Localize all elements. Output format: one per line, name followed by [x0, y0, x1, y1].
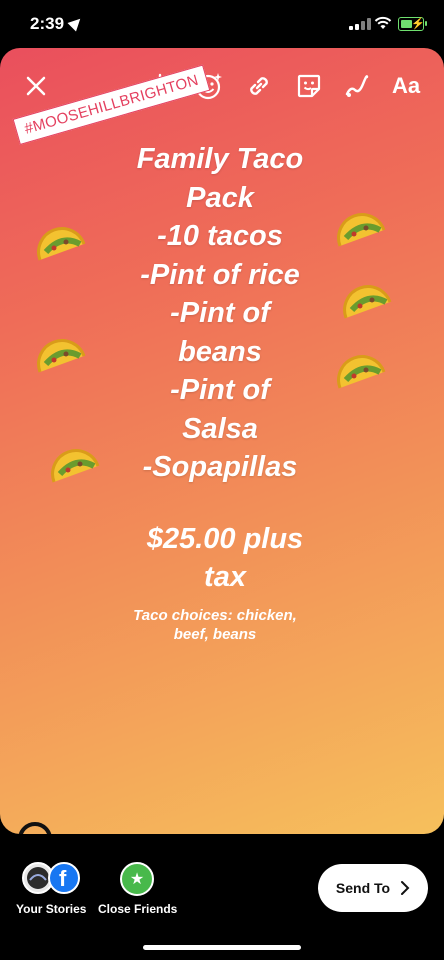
taco-emoji-icon[interactable]	[36, 334, 88, 378]
location-arrow-icon	[67, 14, 85, 32]
status-bar: 2:39 ⚡	[0, 0, 444, 48]
chevron-right-icon	[401, 881, 410, 895]
taco-emoji-icon[interactable]	[342, 280, 394, 324]
price-line: $25.00 plus	[146, 523, 304, 555]
taco-emoji-icon[interactable]	[36, 222, 88, 266]
close-friends-label[interactable]: Close Friends	[98, 902, 177, 916]
choices-line: beef, beans	[173, 626, 257, 643]
title-line: -10 tacos	[157, 220, 283, 252]
title-line: -Pint of	[170, 297, 270, 329]
wifi-icon	[374, 16, 392, 29]
status-time: 2:39	[30, 14, 65, 33]
close-icon[interactable]	[16, 66, 56, 106]
price-text[interactable]: $25.00 plus tax	[110, 520, 340, 596]
sticker-icon[interactable]	[289, 66, 329, 106]
title-line: -Sopapillas	[142, 451, 298, 483]
taco-emoji-icon[interactable]	[50, 444, 102, 488]
taco-emoji-icon[interactable]	[336, 350, 388, 394]
title-line: -Pint of	[170, 374, 270, 406]
your-stories-button[interactable]: f	[22, 862, 80, 894]
taco-choices-text[interactable]: Taco choices: chicken, beef, beans	[110, 606, 320, 644]
choices-line: Taco choices: chicken,	[133, 607, 297, 624]
your-stories-label[interactable]: Your Stories	[16, 902, 86, 916]
story-title-text[interactable]: Family Taco Pack -10 tacos -Pint of rice…	[100, 140, 340, 487]
title-line: beans	[178, 335, 262, 368]
price-line: tax	[204, 561, 246, 593]
home-indicator[interactable]	[143, 945, 301, 950]
title-line: -Pint of rice	[140, 258, 300, 291]
title-line: Salsa	[182, 412, 258, 445]
title-line: Family Taco	[136, 143, 304, 175]
story-canvas[interactable]: Aa #MOOSEHILLBRIGHTON Family Taco Pack -…	[0, 48, 444, 834]
battery-icon: ⚡	[398, 17, 427, 31]
close-friends-star-icon[interactable]: ★	[120, 862, 154, 896]
send-to-label: Send To	[335, 880, 391, 896]
facebook-icon: f	[48, 862, 80, 894]
draw-icon[interactable]	[337, 66, 377, 106]
text-tool-button[interactable]: Aa	[386, 66, 426, 106]
link-icon[interactable]	[239, 66, 279, 106]
title-line: Pack	[186, 181, 254, 214]
story-edge-partial-icon	[18, 822, 52, 834]
taco-emoji-icon[interactable]	[336, 208, 388, 252]
send-to-button[interactable]: Send To	[318, 864, 428, 912]
cellular-signal-icon	[349, 18, 371, 30]
